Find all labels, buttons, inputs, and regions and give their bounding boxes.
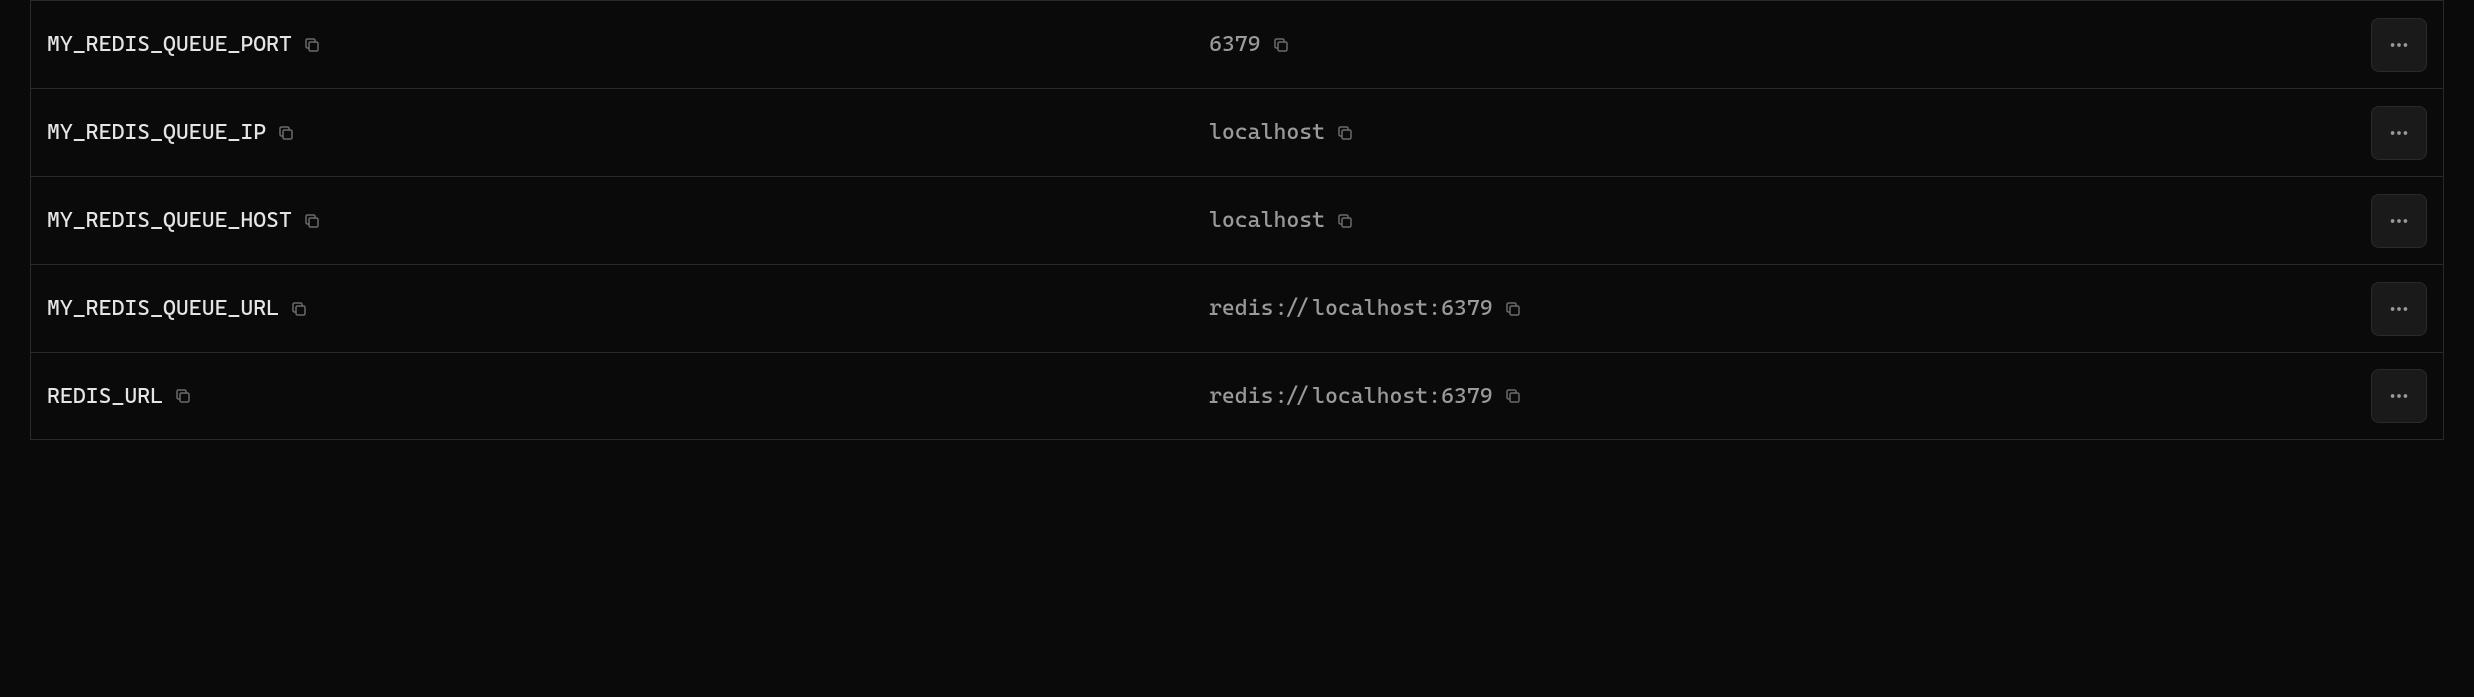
env-value-cell: localhost: [1209, 208, 2371, 233]
copy-icon[interactable]: [276, 123, 296, 143]
env-value-cell: redis://localhost:6379: [1209, 384, 2371, 409]
copy-icon[interactable]: [173, 386, 193, 406]
table-row: MY_REDIS_QUEUE_URL redis://localhost:637…: [31, 264, 2443, 352]
env-key-text: MY_REDIS_QUEUE_URL: [47, 296, 279, 321]
env-value-text: localhost: [1209, 120, 1325, 145]
table-row: MY_REDIS_QUEUE_PORT 6379: [31, 0, 2443, 88]
table-row: MY_REDIS_QUEUE_IP localhost: [31, 88, 2443, 176]
env-value-text: redis://localhost:6379: [1209, 296, 1493, 321]
more-actions-button[interactable]: [2371, 18, 2427, 72]
more-actions-button[interactable]: [2371, 369, 2427, 423]
copy-icon[interactable]: [1335, 123, 1355, 143]
actions-cell: [2371, 18, 2427, 72]
copy-icon[interactable]: [302, 211, 322, 231]
copy-icon[interactable]: [302, 35, 322, 55]
env-key-text: MY_REDIS_QUEUE_IP: [47, 120, 266, 145]
table-row: MY_REDIS_QUEUE_HOST localhost: [31, 176, 2443, 264]
env-value-text: localhost: [1209, 208, 1325, 233]
env-key-text: REDIS_URL: [47, 384, 163, 409]
table-row: REDIS_URL redis://localhost:6379: [31, 352, 2443, 440]
env-value-cell: localhost: [1209, 120, 2371, 145]
copy-icon[interactable]: [1503, 386, 1523, 406]
copy-icon[interactable]: [289, 299, 309, 319]
env-key-text: MY_REDIS_QUEUE_PORT: [47, 32, 292, 57]
actions-cell: [2371, 282, 2427, 336]
env-key-cell: MY_REDIS_QUEUE_IP: [47, 120, 1209, 145]
env-value-cell: redis://localhost:6379: [1209, 296, 2371, 321]
env-key-cell: MY_REDIS_QUEUE_PORT: [47, 32, 1209, 57]
more-actions-button[interactable]: [2371, 282, 2427, 336]
env-value-cell: 6379: [1209, 32, 2371, 57]
env-key-cell: MY_REDIS_QUEUE_HOST: [47, 208, 1209, 233]
env-key-text: MY_REDIS_QUEUE_HOST: [47, 208, 292, 233]
copy-icon[interactable]: [1503, 299, 1523, 319]
actions-cell: [2371, 194, 2427, 248]
actions-cell: [2371, 369, 2427, 423]
env-key-cell: MY_REDIS_QUEUE_URL: [47, 296, 1209, 321]
actions-cell: [2371, 106, 2427, 160]
env-key-cell: REDIS_URL: [47, 384, 1209, 409]
copy-icon[interactable]: [1335, 211, 1355, 231]
copy-icon[interactable]: [1271, 35, 1291, 55]
env-vars-table: MY_REDIS_QUEUE_PORT 6379 MY_REDIS_QUEUE_…: [30, 0, 2444, 440]
env-value-text: redis://localhost:6379: [1209, 384, 1493, 409]
more-actions-button[interactable]: [2371, 194, 2427, 248]
env-value-text: 6379: [1209, 32, 1261, 57]
more-actions-button[interactable]: [2371, 106, 2427, 160]
